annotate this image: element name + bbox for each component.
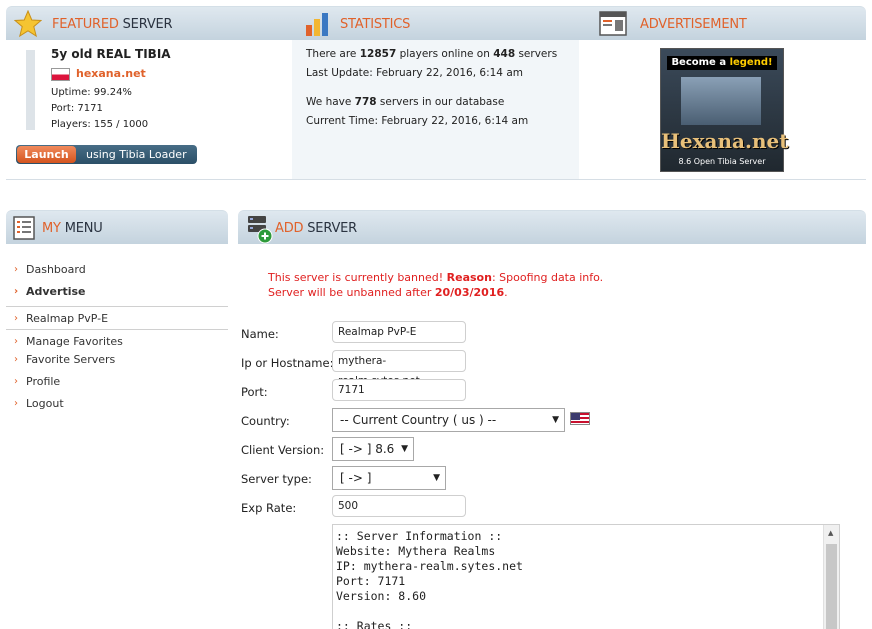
arrow-icon: › xyxy=(14,264,18,275)
name-label: Name: xyxy=(241,327,279,341)
launch-button-label: Launch xyxy=(17,146,76,163)
arrow-icon: › xyxy=(14,313,18,324)
arrow-icon: › xyxy=(14,286,19,297)
host-label: Ip or Hostname: xyxy=(241,356,334,370)
exp-rate-input[interactable]: 500 xyxy=(332,495,466,517)
menu-item-dashboard[interactable]: › Dashboard xyxy=(6,262,228,284)
star-icon xyxy=(14,10,42,38)
server-type-label: Server type: xyxy=(241,472,312,486)
scroll-up-icon[interactable]: ▲ xyxy=(828,529,833,537)
name-input[interactable]: Realmap PvP-E xyxy=(332,321,466,343)
add-server-header-bar: ADD SERVER xyxy=(238,210,866,244)
menu-item-favorite-servers[interactable]: › Favorite Servers xyxy=(6,352,228,374)
add-server-icon xyxy=(248,216,273,244)
servers-online-count: 448 xyxy=(493,48,516,60)
list-icon xyxy=(13,216,35,240)
poland-flag-icon xyxy=(51,68,70,81)
textarea-scrollbar[interactable]: ▲ xyxy=(823,525,839,629)
featured-title: FEATURED SERVER xyxy=(52,17,173,32)
menu-item-logout[interactable]: › Logout xyxy=(6,396,228,418)
country-select[interactable]: -- Current Country ( us ) -- ▼ xyxy=(332,408,565,432)
port-label: Port: xyxy=(241,385,268,399)
launch-button-text: using Tibia Loader xyxy=(86,148,187,161)
current-time: Current Time: February 22, 2016, 6:14 am xyxy=(306,115,529,127)
last-update: Last Update: February 22, 2016, 6:14 am xyxy=(306,67,523,79)
featured-site-link[interactable]: hexana.net xyxy=(76,67,146,80)
menu-item-manage-favorites[interactable]: › Manage Favorites xyxy=(6,329,228,352)
players-online-count: 12857 xyxy=(359,48,397,60)
advertisement-icon xyxy=(599,11,627,36)
advertisement-panel: Become a legend! Hexana.net 8.6 Open Tib… xyxy=(579,40,866,179)
dropdown-arrow-icon: ▼ xyxy=(401,444,408,454)
host-input[interactable]: mythera-realm.sytes.net xyxy=(332,350,466,387)
statistics-title: STATISTICS xyxy=(340,17,411,32)
featured-uptime: Uptime: 99.24% xyxy=(51,87,132,98)
statistics-panel: There are 12857 players online on 448 se… xyxy=(292,40,579,179)
client-version-select[interactable]: [ -> ] 8.6 ▼ xyxy=(332,437,414,461)
ad-artwork xyxy=(681,77,761,125)
add-server-title: ADD SERVER xyxy=(275,221,357,236)
launch-tibia-loader-button[interactable]: Launch using Tibia Loader xyxy=(16,145,197,164)
menu-header-bar: MY MENU xyxy=(6,210,228,244)
featured-server-name[interactable]: 5y old REAL TIBIA xyxy=(51,47,171,61)
bar-chart-icon xyxy=(306,13,328,36)
ad-logo: Hexana.net xyxy=(661,129,789,153)
top-header-bar: FEATURED SERVER STATISTICS ADVERTISEMENT xyxy=(6,6,866,40)
featured-port: Port: 7171 xyxy=(51,103,103,114)
scrollbar-thumb[interactable] xyxy=(826,544,837,629)
servers-in-database-line: We have 778 servers in our database xyxy=(306,96,505,108)
side-menu: › Dashboard › Advertise › Realmap PvP-E › Ma… xyxy=(6,262,228,418)
hexana-ad-banner[interactable]: Become a legend! Hexana.net 8.6 Open Tib… xyxy=(660,48,789,172)
unban-notice: Server will be unbanned after 20/03/2016… xyxy=(268,286,508,299)
dropdown-arrow-icon: ▼ xyxy=(552,415,559,425)
featured-players: Players: 155 / 1000 xyxy=(51,119,149,130)
us-flag-icon xyxy=(570,412,590,425)
description-textarea[interactable]: :: Server Information :: Website: Myther… xyxy=(332,524,840,629)
top-content: 5y old REAL TIBIA hexana.net Uptime: 99.… xyxy=(6,40,866,180)
ad-tagline: Become a legend! xyxy=(667,56,777,70)
ad-subtitle: 8.6 Open Tibia Server xyxy=(678,157,766,166)
ban-notice: This server is currently banned! Reason:… xyxy=(268,271,604,284)
arrow-icon: › xyxy=(14,376,18,387)
dropdown-arrow-icon: ▼ xyxy=(433,473,440,483)
arrow-icon: › xyxy=(14,354,18,365)
arrow-icon: › xyxy=(14,336,18,347)
server-type-select[interactable]: [ -> ] ▼ xyxy=(332,466,446,490)
menu-item-advertise[interactable]: › Advertise xyxy=(6,284,228,306)
servers-database-count: 778 xyxy=(354,96,377,108)
menu-item-profile[interactable]: › Profile xyxy=(6,374,228,396)
menu-title: MY MENU xyxy=(42,221,103,236)
featured-accent-bar xyxy=(26,50,35,130)
client-version-label: Client Version: xyxy=(241,443,325,457)
players-online-line: There are 12857 players online on 448 se… xyxy=(306,48,558,60)
menu-item-realmap[interactable]: › Realmap PvP-E xyxy=(6,306,228,329)
country-label: Country: xyxy=(241,414,290,428)
port-input[interactable]: 7171 xyxy=(332,379,466,401)
arrow-icon: › xyxy=(14,398,18,409)
exp-rate-label: Exp Rate: xyxy=(241,501,297,515)
advertisement-title: ADVERTISEMENT xyxy=(640,17,747,32)
